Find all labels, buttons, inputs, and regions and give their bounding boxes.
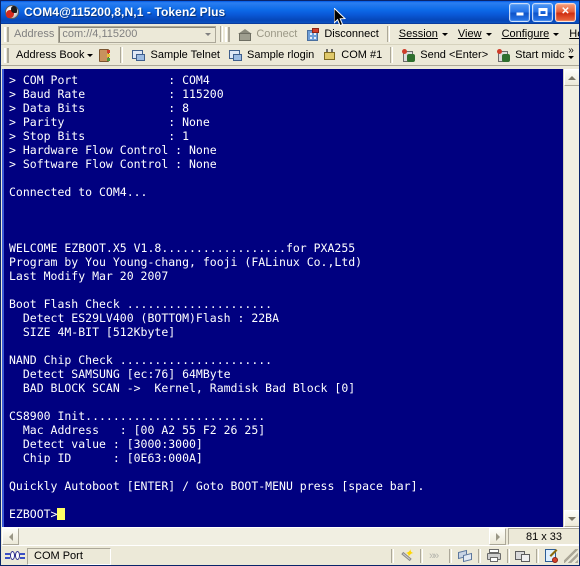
send-enter-button[interactable]: Send <Enter> <box>397 46 492 64</box>
menu-configure[interactable]: Configure <box>497 24 565 44</box>
house-icon <box>237 27 253 42</box>
terminal-cursor <box>57 508 66 520</box>
disconnect-label: Disconnect <box>324 28 379 40</box>
terminal-text: > COM Port : COM4 > Baud Rate : 115200 >… <box>9 73 425 493</box>
window-resize-grip[interactable] <box>564 549 578 563</box>
toolbar-grip-icon[interactable] <box>4 47 9 63</box>
connect-label: Connect <box>256 28 298 40</box>
toolbar-separator <box>220 26 224 42</box>
status-separator <box>449 549 452 563</box>
toolbar-grip-icon[interactable] <box>225 26 231 42</box>
com1-label: COM #1 <box>341 49 383 61</box>
scroll-down-button[interactable] <box>564 510 579 527</box>
toolbar-overflow-button[interactable]: » <box>566 46 576 59</box>
arrow-right-icon <box>495 532 500 541</box>
scroll-up-button[interactable] <box>564 69 579 86</box>
sample-rlogin-button[interactable]: Sample rlogin <box>224 46 318 64</box>
status-connection-panel: COM Port <box>27 547 111 565</box>
connection-link-icon <box>5 549 25 563</box>
menu-session[interactable]: Session <box>394 24 453 44</box>
disconnect-button[interactable]: Disconnect <box>301 25 382 43</box>
status-separator <box>391 549 394 563</box>
minimize-button[interactable] <box>509 2 530 22</box>
terminal-icon <box>228 48 244 63</box>
chevron-down-icon <box>441 32 448 36</box>
status-separator <box>478 549 481 563</box>
sample-telnet-label: Sample Telnet <box>150 49 220 61</box>
token2-plus-window: COM4@115200,8,N,1 - Token2 Plus ✕ Addres… <box>0 0 580 566</box>
send-enter-label: Send <Enter> <box>420 49 489 61</box>
toolbar-shortcuts-row: Address Book Sample Telnet Sample rlogin… <box>1 45 579 66</box>
address-book-label: Address Book <box>16 49 85 61</box>
transfer-icon[interactable] <box>456 548 474 564</box>
address-book-icon <box>96 48 112 63</box>
maximize-button[interactable] <box>532 2 553 22</box>
print-icon[interactable] <box>485 548 503 564</box>
sample-rlogin-label: Sample rlogin <box>247 49 315 61</box>
status-separator <box>507 549 510 563</box>
menu-configure-label: Configure <box>501 28 550 40</box>
send-icon <box>401 48 417 63</box>
title-bar: COM4@115200,8,N,1 - Token2 Plus ✕ <box>1 1 579 24</box>
address-input[interactable]: com://4,115200 <box>59 28 200 40</box>
horizontal-scroll-row: 81 x 33 <box>2 527 579 545</box>
toolbar-separator <box>390 47 394 63</box>
status-separator <box>536 549 539 563</box>
address-label: Address <box>14 28 55 40</box>
toolbar-separator <box>386 26 390 42</box>
vertical-scrollbar[interactable] <box>563 69 579 527</box>
wand-icon[interactable]: ✦ <box>398 548 416 564</box>
start-midc-label: Start midc <box>515 49 565 61</box>
menu-help[interactable]: Help <box>564 24 579 44</box>
arrow-up-icon <box>568 75 576 80</box>
terminal-size-indicator: 81 x 33 <box>508 528 579 545</box>
chevron-down-icon <box>553 32 560 36</box>
start-midc-button[interactable]: Start midc <box>492 46 569 64</box>
send-icon <box>496 48 512 63</box>
arrow-down-icon <box>568 516 576 521</box>
status-bar: COM Port ✦ »» <box>2 545 579 565</box>
toolbar-address-row: Address com://4,115200 Connect Disconnec… <box>1 24 579 45</box>
scroll-right-button[interactable] <box>489 528 506 545</box>
building-disconnect-icon <box>305 27 321 42</box>
terminal-screen[interactable]: > COM Port : COM4 > Baud Rate : 115200 >… <box>2 69 563 527</box>
horizontal-scrollbar-track[interactable] <box>19 528 489 545</box>
status-separator <box>420 549 423 563</box>
arrow-left-icon <box>8 532 13 541</box>
terminal-prompt: EZBOOT> <box>9 507 58 521</box>
menu-view[interactable]: View <box>453 24 497 44</box>
scroll-left-button[interactable] <box>2 528 19 545</box>
chevron-down-icon <box>485 32 492 36</box>
terminal-output: > COM Port : COM4 > Baud Rate : 115200 >… <box>9 73 424 521</box>
address-combobox[interactable]: com://4,115200 <box>58 25 217 43</box>
lock-icon[interactable] <box>514 548 532 564</box>
address-book-button[interactable]: Address Book <box>12 46 116 64</box>
menu-view-label: View <box>457 28 482 40</box>
window-title: COM4@115200,8,N,1 - Token2 Plus <box>24 5 226 19</box>
app-logo-icon <box>4 4 20 20</box>
chevron-down-icon[interactable] <box>200 27 215 42</box>
com1-button[interactable]: COM #1 <box>318 46 386 64</box>
edit-icon[interactable] <box>543 548 561 564</box>
menu-help-label: Help <box>569 28 579 40</box>
sample-telnet-button[interactable]: Sample Telnet <box>127 46 224 64</box>
close-button[interactable]: ✕ <box>555 2 576 22</box>
menu-session-label: Session <box>398 28 438 40</box>
window-controls: ✕ <box>509 2 577 22</box>
toolbar-separator <box>120 47 124 63</box>
serial-port-icon <box>322 48 338 63</box>
fast-forward-icon[interactable]: »» <box>427 548 445 564</box>
toolbar-grip-icon[interactable] <box>4 26 9 42</box>
terminal-icon <box>131 48 147 63</box>
chevron-down-icon <box>87 53 94 57</box>
connect-button[interactable]: Connect <box>233 25 301 43</box>
terminal-area: > COM Port : COM4 > Baud Rate : 115200 >… <box>2 69 579 527</box>
